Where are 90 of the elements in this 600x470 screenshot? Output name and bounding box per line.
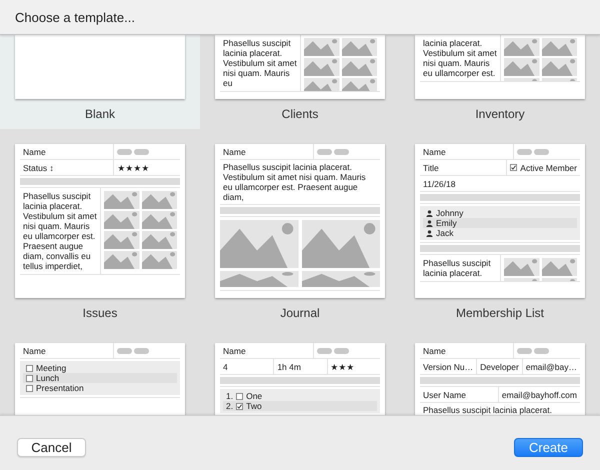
preview-text: Phasellus suscipit lacinia placerat. Vestibulum sit amet nisi quam. Mauris eu ullamcorper est. Praesent augue diam, (222, 161, 367, 204)
list-item-text: Lunch (36, 373, 60, 383)
field-text: email@bayhoff.com (498, 387, 580, 402)
placeholder-pills-icon (517, 348, 550, 354)
template-preview[interactable]: Name Phasellus suscipit lacinia placerat. Vestibulum sit amet nisi quam. Mauris eu ullamcorper est. Praesent augue diam, (215, 144, 385, 298)
field-text: email@bay… (522, 359, 580, 374)
field-text: Status ↕ (22, 162, 55, 174)
list-number: 1. (226, 391, 234, 401)
field-text: Name (422, 146, 447, 158)
image-icon (302, 271, 380, 287)
placeholder-pills-icon (317, 148, 350, 154)
template-preview[interactable]: Name Title Active Member 11/26/18 Johnny Emily Jack Phasellus suscipit lacinia placerat. (415, 144, 585, 298)
placeholder-pills-icon (117, 148, 150, 154)
template-name: Inventory (475, 106, 525, 123)
image-icon (302, 220, 380, 268)
image-icon (504, 258, 540, 276)
image-icon (142, 251, 177, 269)
image-icon (342, 38, 377, 56)
person-icon (426, 230, 433, 236)
checkbox[interactable] (26, 384, 33, 392)
checkbox[interactable] (26, 364, 33, 372)
field-text: Name (422, 344, 447, 358)
field-text: 1h 4m (273, 359, 327, 374)
person-icon (426, 210, 433, 216)
image-icon (142, 231, 177, 249)
field-text: Name (222, 146, 247, 158)
image-icon (542, 58, 577, 76)
field-text: 11/26/18 (422, 178, 456, 190)
field-label: Active Member (520, 162, 577, 172)
list-item-text: Jack (436, 228, 454, 238)
template-name: Journal (280, 305, 320, 322)
template-preview[interactable]: Name Meeting Lunch Presentation (15, 343, 185, 415)
list-number: 2. (226, 401, 234, 411)
placeholder-pills-icon (117, 348, 150, 354)
image-icon (104, 191, 140, 209)
checkbox[interactable] (510, 164, 518, 171)
template-preview[interactable]: Name 4 1h 4m ★★★ 1. One 2. Two (215, 343, 385, 415)
field-text: Title (422, 162, 440, 174)
image-icon (220, 220, 298, 268)
field-text: ★★★★ (113, 160, 180, 175)
checkbox[interactable] (236, 392, 244, 400)
field-text: Version Nu… (422, 360, 474, 374)
field-text: Name (22, 344, 47, 358)
image-icon (304, 78, 340, 91)
image-icon (342, 78, 377, 91)
image-icon (542, 258, 577, 276)
checkbox[interactable] (236, 402, 244, 410)
template-name: Blank (84, 106, 116, 123)
field-text: User Name (422, 388, 467, 402)
list-item-text: Emily (436, 218, 457, 228)
image-icon (142, 191, 177, 209)
image-icon (104, 231, 140, 249)
field-text: Developer (476, 359, 522, 374)
image-icon (304, 38, 340, 56)
image-icon (304, 58, 340, 76)
checkbox[interactable] (26, 374, 33, 382)
template-preview[interactable]: Name Status ↕ ★★★★ Phasellus suscipit lacinia placerat. Vestibulum sit amet nisi quam. Mauris eu ullamcorper est. Praesent augue diam, convallis eu tellus imperdiet, (15, 144, 185, 298)
image-icon (542, 38, 577, 56)
list-item-text: Presentation (36, 383, 84, 393)
field-text: Name (222, 344, 247, 358)
preview-text: lacinia placerat. Vestibulum sit amet nisi quam. Mauris eu ullamcorper est. (422, 37, 498, 80)
list-item-text: Two (246, 401, 262, 411)
list-item-text: Meeting (36, 363, 66, 373)
image-icon (342, 58, 377, 76)
template-name: Membership List (456, 305, 544, 322)
person-icon (426, 220, 433, 226)
field-text: Name (22, 146, 47, 158)
field-text: 4 (222, 360, 229, 374)
image-icon (220, 271, 298, 287)
template-preview[interactable]: Name Version Nu… Developer email@bay… User Name email@bayhoff.com Phasellus suscipit lacinia placerat. (415, 343, 585, 415)
template-name: Clients (282, 106, 318, 123)
image-icon (142, 211, 177, 229)
preview-text: Phasellus suscipit lacinia placerat. Vestibulum sit amet nisi quam. Mauris eu ullamcorper est. Praesent augue diam, convallis eu tellus imperdiet, (22, 190, 98, 273)
preview-text: Phasellus suscipit lacinia placerat. (422, 257, 492, 280)
template-name: Issues (82, 305, 118, 322)
field-text: ★★★ (326, 359, 380, 374)
image-icon (504, 38, 540, 56)
image-icon (104, 211, 140, 229)
placeholder-pills-icon (517, 148, 550, 154)
template-preview[interactable]: lacinia placerat. Vestibulum sit amet nisi quam. Mauris eu ullamcorper est. (415, 35, 585, 99)
list-item-text: One (246, 391, 262, 401)
list-item-text: Johnny (436, 208, 464, 218)
cancel-button[interactable]: Cancel (17, 438, 86, 456)
image-icon (504, 58, 540, 76)
placeholder-pills-icon (317, 348, 350, 354)
dialog-title: Choose a template... (15, 10, 135, 24)
preview-text: Phasellus suscipit lacinia placerat. Vestibulum sit amet nisi quam. Mauris eu (222, 37, 298, 90)
template-preview[interactable]: Phasellus suscipit lacinia placerat. Vestibulum sit amet nisi quam. Mauris eu (215, 35, 385, 99)
image-icon (104, 251, 140, 269)
preview-text: Phasellus suscipit lacinia placerat. (422, 404, 553, 415)
